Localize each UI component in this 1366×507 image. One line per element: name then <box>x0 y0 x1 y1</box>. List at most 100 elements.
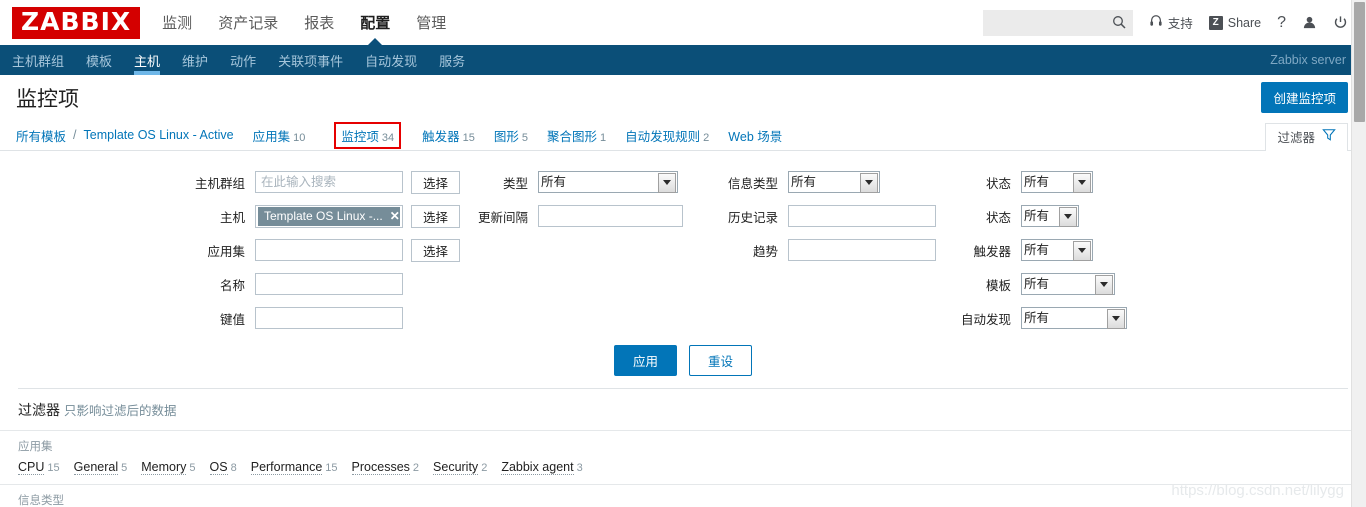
state-select[interactable]: 所有 <box>1021 205 1079 227</box>
nav-item-administration[interactable]: 管理 <box>416 0 446 45</box>
tab-triggers-count: 15 <box>462 131 475 144</box>
nav-item-reports[interactable]: 报表 <box>304 0 334 45</box>
field-state-label: 状态 <box>985 210 1011 225</box>
subfilter-applications-title: 应用集 <box>18 441 53 453</box>
breadcrumb-all-templates[interactable]: 所有模板 <box>16 126 66 145</box>
support-link[interactable]: 支持 <box>1149 13 1193 32</box>
subnav-item-hosts[interactable]: 主机 <box>134 45 161 75</box>
applications-select-button[interactable]: 选择 <box>411 238 461 262</box>
subfilter-link-processes[interactable]: Processes <box>351 460 410 475</box>
hosts-select-button[interactable]: 选择 <box>411 204 461 228</box>
subfilter-link-general[interactable]: General <box>73 460 119 475</box>
share-link[interactable]: Z Share <box>1208 15 1262 30</box>
tab-applications-label: 应用集 <box>252 129 291 144</box>
subfilter-link-os[interactable]: OS <box>209 460 228 475</box>
field-hosts: 主机 Template OS Linux -... ✕ 选择 <box>18 199 478 233</box>
name-input[interactable] <box>255 273 403 295</box>
nav-item-configuration[interactable]: 配置 <box>360 0 390 45</box>
field-info-type: 信息类型 所有 <box>708 165 953 199</box>
subnav-item-discovery[interactable]: 自动发现 <box>365 45 417 75</box>
search-container <box>982 9 1133 36</box>
filter-column-2: 类型 所有 更新间隔 <box>478 165 708 335</box>
field-trends-label: 趋势 <box>752 244 778 259</box>
field-triggers: 触发器 所有 <box>953 233 1153 267</box>
subnav-item-maintenance[interactable]: 维护 <box>182 45 208 75</box>
power-icon[interactable] <box>1333 15 1348 30</box>
status-select-wrapper: 所有 <box>1021 171 1093 193</box>
history-input[interactable] <box>788 205 936 227</box>
tab-web-scenarios[interactable]: Web 场景 <box>728 126 782 145</box>
subfilter-hint: 只影响过滤后的数据 <box>64 404 177 418</box>
update-interval-input[interactable] <box>538 205 683 227</box>
field-update-interval-label: 更新间隔 <box>478 210 529 225</box>
user-icon[interactable] <box>1302 15 1317 30</box>
field-status: 状态 所有 <box>953 165 1153 199</box>
filter-panel: 主机群组 选择 主机 Template OS Linux -... ✕ 选择 <box>18 151 1348 389</box>
subfilter-title: 过滤器 <box>18 402 60 418</box>
field-name: 名称 <box>18 267 478 301</box>
page-title: 监控项 <box>16 87 79 111</box>
subfilter-count-security: 2 <box>481 462 488 474</box>
key-input[interactable] <box>255 307 403 329</box>
tab-screens[interactable]: 聚合图形 1 <box>547 126 606 145</box>
field-discovery-label: 自动发现 <box>960 312 1011 327</box>
tab-items-highlight[interactable]: 监控项 34 <box>334 121 402 149</box>
help-icon[interactable]: ? <box>1277 14 1286 32</box>
subfilter-count-zabbix-agent: 3 <box>576 462 583 474</box>
tab-applications[interactable]: 应用集 10 <box>253 126 306 145</box>
subfilter-link-memory[interactable]: Memory <box>141 460 187 475</box>
filter-tab[interactable]: 过滤器 <box>1265 123 1348 151</box>
hosts-multiselect[interactable]: Template OS Linux -... ✕ <box>255 204 403 228</box>
field-key-label: 键值 <box>219 312 245 327</box>
share-label: Share <box>1227 15 1262 30</box>
field-name-label: 名称 <box>219 278 245 293</box>
subfilter-link-security[interactable]: Security <box>433 460 479 475</box>
filter-columns: 主机群组 选择 主机 Template OS Linux -... ✕ 选择 <box>18 165 1348 335</box>
host-groups-select-button[interactable]: 选择 <box>411 170 461 194</box>
templated-select[interactable]: 所有 <box>1021 273 1115 295</box>
field-trends: 趋势 <box>708 233 953 267</box>
tab-items-label: 监控项 <box>341 129 379 144</box>
tab-graphs[interactable]: 图形 5 <box>494 126 528 145</box>
field-status-label: 状态 <box>985 176 1011 191</box>
subnav-item-host-groups[interactable]: 主机群组 <box>12 45 64 75</box>
filter-column-1: 主机群组 选择 主机 Template OS Linux -... ✕ 选择 <box>18 165 478 335</box>
search-input[interactable] <box>982 9 1133 36</box>
scrollbar-thumb[interactable] <box>1354 2 1365 122</box>
tab-applications-count: 10 <box>293 131 306 144</box>
reset-button[interactable]: 重设 <box>689 345 753 376</box>
headset-icon <box>1149 14 1163 31</box>
subfilter-link-cpu[interactable]: CPU <box>18 460 45 475</box>
nav-item-monitoring[interactable]: 监测 <box>162 0 192 45</box>
subnav-item-services[interactable]: 服务 <box>439 45 465 75</box>
secondary-navigation: 主机群组 模板 主机 维护 动作 关联项事件 自动发现 服务 Zabbix se… <box>0 45 1366 75</box>
subfilter-link-performance[interactable]: Performance <box>250 460 323 475</box>
info-type-select[interactable]: 所有 <box>788 171 880 193</box>
status-select[interactable]: 所有 <box>1021 171 1093 193</box>
breadcrumb-template-name[interactable]: Template OS Linux - Active <box>84 128 234 142</box>
subfilter-link-zabbix-agent[interactable]: Zabbix agent <box>501 460 574 475</box>
vertical-scrollbar[interactable] <box>1351 0 1366 507</box>
field-key: 键值 <box>18 301 478 335</box>
nav-item-inventory[interactable]: 资产记录 <box>218 0 278 45</box>
apply-button[interactable]: 应用 <box>613 345 677 376</box>
discovery-select-wrapper: 所有 <box>1021 307 1127 329</box>
zabbix-logo[interactable]: ZABBIX <box>12 6 141 39</box>
subnav-item-actions[interactable]: 动作 <box>230 45 256 75</box>
host-groups-input[interactable] <box>255 171 403 193</box>
applications-input[interactable] <box>255 239 403 261</box>
tab-triggers[interactable]: 触发器 15 <box>422 126 475 145</box>
subnav-item-templates[interactable]: 模板 <box>86 45 112 75</box>
trends-input[interactable] <box>788 239 936 261</box>
tab-discovery-rules[interactable]: 自动发现规则 2 <box>625 126 709 145</box>
subnav-item-correlation[interactable]: 关联项事件 <box>278 45 343 75</box>
close-icon[interactable]: ✕ <box>390 210 400 222</box>
type-select[interactable]: 所有 <box>538 171 678 193</box>
host-chip[interactable]: Template OS Linux -... ✕ <box>258 206 400 226</box>
zabbix-items-page: ZABBIX 监测 资产记录 报表 配置 管理 支持 Z Share ? 主机群… <box>0 0 1366 507</box>
create-item-button[interactable]: 创建监控项 <box>1261 82 1348 113</box>
breadcrumb: 所有模板 / Template OS Linux - Active 应用集 10 … <box>0 120 1366 151</box>
subfilter-count-performance: 15 <box>325 462 338 474</box>
discovery-select[interactable]: 所有 <box>1021 307 1127 329</box>
triggers-select[interactable]: 所有 <box>1021 239 1093 261</box>
